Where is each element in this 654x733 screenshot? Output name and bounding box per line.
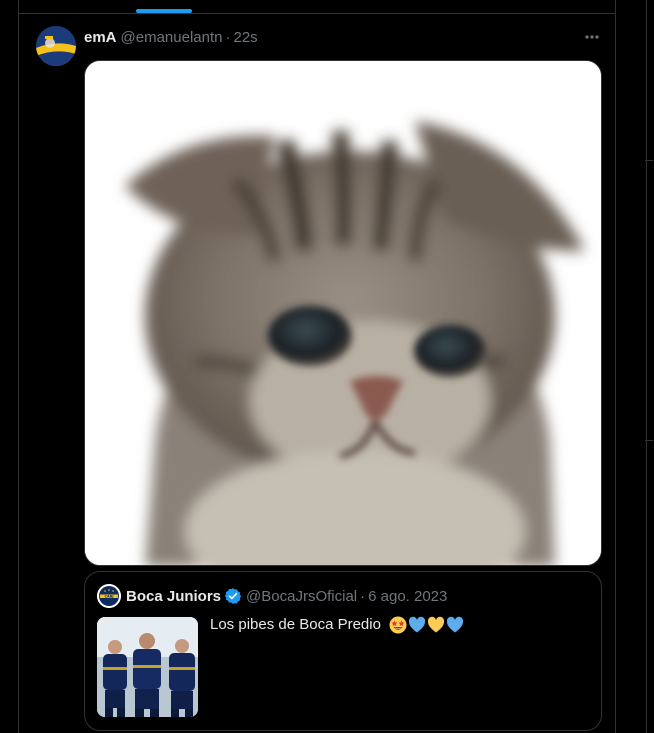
tweet-header: emA @emanuelantn · 22s: [84, 27, 258, 47]
quoted-tweet-date[interactable]: 6 ago. 2023: [368, 588, 447, 605]
svg-text:CABJ: CABJ: [105, 595, 114, 599]
quoted-author-display-name[interactable]: Boca Juniors: [126, 588, 221, 605]
more-options-button[interactable]: [582, 27, 602, 47]
players-photo: [97, 617, 198, 717]
tab-divider: [18, 13, 616, 14]
verified-badge-icon[interactable]: [224, 587, 242, 605]
yellow-heart-emoji-icon: [428, 616, 445, 633]
quoted-author-avatar[interactable]: CABJ: [97, 584, 121, 608]
separator-dot: ·: [225, 28, 231, 46]
emoji-row: [389, 616, 465, 634]
tweet-timestamp[interactable]: 22s: [233, 29, 257, 46]
quoted-author-handle[interactable]: @BocaJrsOficial: [246, 588, 357, 605]
quoted-tweet-card[interactable]: CABJ Boca Juniors @BocaJrsOficial · 6 ag…: [84, 571, 602, 731]
author-handle[interactable]: @emanuelantn: [121, 29, 223, 46]
quoted-tweet-header: Boca Juniors @BocaJrsOficial · 6 ago. 20…: [126, 586, 447, 606]
timeline-frame: emA @emanuelantn · 22s CABJ Boca Juniors…: [0, 0, 654, 733]
tweet-media-image[interactable]: [84, 60, 602, 566]
more-dots-icon: [585, 35, 599, 39]
sad-kitten-image: [85, 61, 601, 565]
separator-dot: ·: [360, 587, 366, 605]
blue-heart-emoji-icon: [409, 616, 426, 633]
quoted-tweet-thumbnail[interactable]: [97, 617, 198, 717]
author-avatar[interactable]: [36, 26, 76, 66]
blue-heart-emoji-icon: [447, 616, 464, 633]
star-struck-emoji-icon: [389, 616, 407, 634]
right-sidebar-edge: [645, 0, 654, 733]
quoted-tweet-body: Los pibes de Boca Predio: [210, 616, 381, 633]
active-tab-indicator: [136, 9, 192, 13]
author-display-name[interactable]: emA: [84, 29, 117, 46]
quoted-tweet-text: Los pibes de Boca Predio: [210, 616, 465, 634]
